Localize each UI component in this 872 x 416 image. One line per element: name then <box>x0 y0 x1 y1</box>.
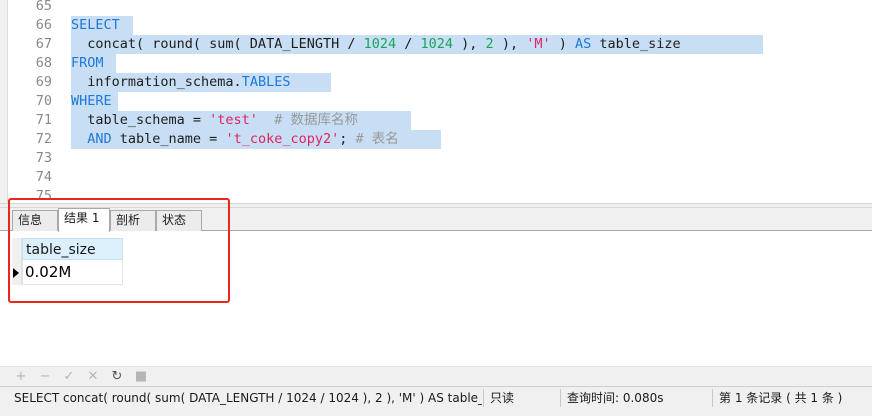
line-number: 73 <box>35 150 52 166</box>
grid-toolbar: + − ✓ ✕ ↻ ■ <box>0 366 872 386</box>
sql-keyword: SELECT <box>71 17 120 33</box>
code-text: table_name = <box>111 131 226 147</box>
code-text: ), <box>453 36 486 52</box>
column-header-table-size[interactable]: table_size <box>22 238 123 260</box>
sql-number: 2 <box>485 36 494 52</box>
code-text: table_schema = <box>71 112 210 128</box>
fold-margin <box>0 0 8 203</box>
cross-icon[interactable]: ✕ <box>85 369 101 385</box>
sql-string: 'M' <box>526 36 551 52</box>
tab-status[interactable]: 状态 <box>156 210 202 231</box>
code-line-68[interactable]: FROM <box>71 54 104 73</box>
code-line-66[interactable]: SELECT <box>71 16 120 35</box>
code-line-72[interactable]: AND table_name = 't_coke_copy2'; # 表名 <box>71 130 399 149</box>
code-line-67[interactable]: concat( round( sum( DATA_LENGTH / 1024 /… <box>71 35 681 54</box>
result-pane: 信息 结果 1 剖析 状态 table_size 0.02M <box>0 208 872 366</box>
tab-result-1[interactable]: 结果 1 <box>58 208 110 232</box>
status-query-time: 查询时间: 0.080s <box>567 391 664 405</box>
code-text: ), <box>493 36 527 52</box>
sql-number: 1024 <box>363 36 397 52</box>
line-number: 74 <box>35 169 52 185</box>
sql-keyword: AS <box>574 36 592 52</box>
line-number: 69 <box>35 74 52 90</box>
sql-editor[interactable]: 65 66 67 68 69 70 71 72 73 74 75 SELECT … <box>0 0 872 203</box>
line-number: 70 <box>35 93 52 109</box>
code-line-71[interactable]: table_schema = 'test' # 数据库名称 <box>71 111 358 130</box>
status-query-text: SELECT concat( round( sum( DATA_LENGTH /… <box>14 391 482 405</box>
status-record-count: 第 1 条记录 ( 共 1 条 ) <box>719 391 843 405</box>
code-line-69[interactable]: information_schema.TABLES <box>71 73 290 92</box>
grid-cell-table-size[interactable]: 0.02M <box>22 260 123 285</box>
code-line-70[interactable]: WHERE <box>71 92 112 111</box>
sql-string: 'test' <box>209 112 258 128</box>
code-text: concat( round( sum( DATA_LENGTH / <box>71 36 364 52</box>
code-text: / <box>396 36 421 52</box>
tab-profile[interactable]: 剖析 <box>110 210 156 231</box>
line-number: 67 <box>35 36 52 52</box>
sql-keyword: AND <box>71 131 112 147</box>
sql-comment: # 数据库名称 <box>257 112 358 128</box>
plus-icon[interactable]: + <box>13 369 29 385</box>
sql-keyword: WHERE <box>71 93 112 109</box>
status-bar: SELECT concat( round( sum( DATA_LENGTH /… <box>0 386 872 416</box>
sql-number: 1024 <box>420 36 454 52</box>
tab-info[interactable]: 信息 <box>12 210 58 231</box>
sql-comment: # 表名 <box>355 131 399 147</box>
result-grid[interactable]: table_size 0.02M <box>12 232 872 366</box>
line-number: 72 <box>35 131 52 147</box>
line-number: 65 <box>35 0 52 14</box>
refresh-icon[interactable]: ↻ <box>109 369 125 385</box>
line-number: 71 <box>35 112 52 128</box>
line-number: 68 <box>35 55 52 71</box>
line-number-gutter: 65 66 67 68 69 70 71 72 73 74 75 <box>0 0 64 203</box>
status-readonly: 只读 <box>490 391 515 405</box>
minus-icon[interactable]: − <box>37 369 53 385</box>
line-number: 66 <box>35 17 52 33</box>
code-text: ) <box>550 36 575 52</box>
result-tab-strip: 信息 结果 1 剖析 状态 <box>0 208 872 232</box>
sql-keyword: TABLES <box>241 74 291 90</box>
sql-keyword: FROM <box>71 55 104 71</box>
code-text: information_schema. <box>71 74 242 90</box>
check-icon[interactable]: ✓ <box>61 369 77 385</box>
code-text: table_size <box>591 36 681 52</box>
line-number: 75 <box>35 188 52 203</box>
sql-string: 't_coke_copy2' <box>225 131 340 147</box>
code-text: ; <box>339 131 356 147</box>
stop-icon[interactable]: ■ <box>133 369 149 385</box>
current-row-pointer-icon <box>13 268 19 278</box>
